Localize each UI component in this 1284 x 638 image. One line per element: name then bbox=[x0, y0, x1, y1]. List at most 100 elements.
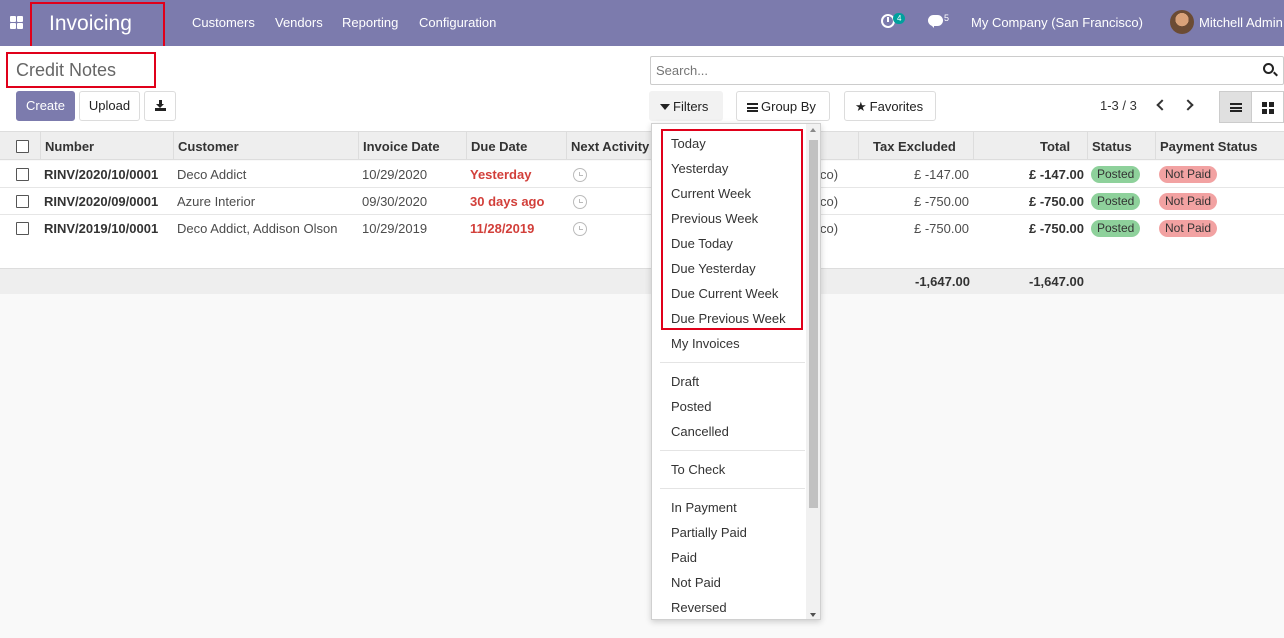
empty-row bbox=[0, 241, 1284, 268]
header-next-activity[interactable]: Next Activity bbox=[571, 139, 649, 154]
cell-partial-text: co) bbox=[820, 221, 839, 236]
app-title[interactable]: Invoicing bbox=[30, 2, 165, 48]
header-number[interactable]: Number bbox=[45, 139, 94, 154]
filter-reversed[interactable]: Reversed bbox=[671, 600, 727, 615]
menu-configuration[interactable]: Configuration bbox=[419, 15, 496, 30]
table-row[interactable]: RINV/2020/10/0001 Deco Addict 10/29/2020… bbox=[0, 161, 1284, 188]
cell-partial-text: co) bbox=[820, 167, 839, 182]
download-button[interactable] bbox=[144, 91, 176, 121]
filter-due-today[interactable]: Due Today bbox=[671, 236, 733, 251]
chevron-right-icon[interactable] bbox=[1182, 99, 1194, 111]
filters-label: Filters bbox=[673, 99, 709, 114]
user-avatar[interactable] bbox=[1170, 10, 1194, 34]
header-payment-status[interactable]: Payment Status bbox=[1160, 139, 1258, 154]
pager-value[interactable]: 1-3 / 3 bbox=[1100, 98, 1137, 113]
filter-partially-paid[interactable]: Partially Paid bbox=[671, 525, 747, 540]
header-invoice-date[interactable]: Invoice Date bbox=[363, 139, 440, 154]
page-title: Credit Notes bbox=[6, 52, 156, 88]
filter-paid[interactable]: Paid bbox=[671, 550, 697, 565]
menu-reporting[interactable]: Reporting bbox=[342, 15, 398, 30]
payment-status-badge: Not Paid bbox=[1159, 220, 1218, 237]
header-customer[interactable]: Customer bbox=[178, 139, 239, 154]
cell-invoice-date: 09/30/2020 bbox=[362, 194, 428, 209]
search-input[interactable] bbox=[651, 57, 1251, 84]
menu-divider bbox=[660, 488, 805, 489]
status-badge: Posted bbox=[1091, 193, 1141, 210]
menu-divider bbox=[660, 450, 805, 451]
star-icon: ★ bbox=[855, 99, 867, 114]
cell-number: RINV/2020/09/0001 bbox=[44, 194, 159, 209]
apps-menu-icon[interactable] bbox=[10, 16, 23, 29]
list-icon bbox=[1230, 103, 1242, 112]
payment-status-badge: Not Paid bbox=[1159, 193, 1218, 210]
menu-vendors[interactable]: Vendors bbox=[275, 15, 323, 30]
cell-due-date: 30 days ago bbox=[470, 194, 545, 209]
filter-funnel-icon bbox=[660, 104, 670, 110]
header-due-date[interactable]: Due Date bbox=[471, 139, 527, 154]
menu-divider bbox=[660, 362, 805, 363]
filter-in-payment[interactable]: In Payment bbox=[671, 500, 737, 515]
group-by-button[interactable]: Group By bbox=[736, 91, 830, 121]
scrollbar-thumb[interactable] bbox=[809, 140, 818, 508]
group-by-bars-icon bbox=[747, 103, 758, 112]
header-status[interactable]: Status bbox=[1092, 139, 1132, 154]
filter-today[interactable]: Today bbox=[671, 136, 706, 151]
header-total[interactable]: Total bbox=[1040, 139, 1070, 154]
chevron-left-icon[interactable] bbox=[1156, 99, 1168, 111]
filter-due-yesterday[interactable]: Due Yesterday bbox=[671, 261, 756, 276]
filter-due-current-week[interactable]: Due Current Week bbox=[671, 286, 778, 301]
filters-button[interactable]: Filters bbox=[649, 91, 723, 121]
search-bar bbox=[650, 56, 1284, 85]
row-checkbox[interactable] bbox=[16, 195, 29, 208]
footer-total: -1,647.00 bbox=[1029, 274, 1084, 289]
filter-to-check[interactable]: To Check bbox=[671, 462, 725, 477]
filter-my-invoices[interactable]: My Invoices bbox=[671, 336, 740, 351]
filter-cancelled[interactable]: Cancelled bbox=[671, 424, 729, 439]
cell-invoice-date: 10/29/2019 bbox=[362, 221, 428, 236]
filter-not-paid[interactable]: Not Paid bbox=[671, 575, 721, 590]
cell-tax-excluded: £ -750.00 bbox=[914, 221, 969, 236]
favorites-label: Favorites bbox=[869, 99, 924, 114]
scroll-up-arrow-icon[interactable] bbox=[810, 128, 816, 132]
kanban-view-button[interactable] bbox=[1251, 91, 1284, 123]
activity-clock-icon[interactable] bbox=[573, 195, 587, 209]
favorites-button[interactable]: ★ Favorites bbox=[844, 91, 936, 121]
search-icon[interactable] bbox=[1263, 63, 1274, 74]
create-button[interactable]: Create bbox=[16, 91, 75, 121]
upload-button[interactable]: Upload bbox=[79, 91, 140, 121]
header-tax-excluded[interactable]: Tax Excluded bbox=[873, 139, 956, 154]
table-row[interactable]: RINV/2019/10/0001 Deco Addict, Addison O… bbox=[0, 215, 1284, 242]
top-navbar: Invoicing Customers Vendors Reporting Co… bbox=[0, 0, 1284, 48]
scroll-down-arrow-icon[interactable] bbox=[810, 613, 816, 617]
message-count-badge: 5 bbox=[944, 13, 950, 23]
company-switcher[interactable]: My Company (San Francisco) bbox=[971, 15, 1143, 30]
dropdown-scrollbar[interactable] bbox=[806, 124, 820, 619]
menu-customers[interactable]: Customers bbox=[192, 15, 255, 30]
cell-partial-text: co) bbox=[820, 194, 839, 209]
messages-chat-icon[interactable] bbox=[928, 15, 943, 28]
activity-clock-icon[interactable] bbox=[573, 168, 587, 182]
row-checkbox[interactable] bbox=[16, 222, 29, 235]
activity-clock-icon[interactable] bbox=[573, 222, 587, 236]
cell-number: RINV/2019/10/0001 bbox=[44, 221, 159, 236]
footer-tax-excluded-total: -1,647.00 bbox=[915, 274, 970, 289]
table-header: Number Customer Invoice Date Due Date Ne… bbox=[0, 131, 1284, 160]
cell-invoice-date: 10/29/2020 bbox=[362, 167, 428, 182]
row-checkbox[interactable] bbox=[16, 168, 29, 181]
table-row[interactable]: RINV/2020/09/0001 Azure Interior 09/30/2… bbox=[0, 188, 1284, 215]
control-panel: Credit Notes Create Upload Filters Group… bbox=[0, 46, 1284, 131]
cell-due-date: Yesterday bbox=[470, 167, 532, 182]
filter-previous-week[interactable]: Previous Week bbox=[671, 211, 758, 226]
filter-draft[interactable]: Draft bbox=[671, 374, 699, 389]
select-all-checkbox[interactable] bbox=[16, 140, 29, 153]
cell-due-date: 11/28/2019 bbox=[470, 221, 535, 236]
filter-current-week[interactable]: Current Week bbox=[671, 186, 751, 201]
filter-yesterday[interactable]: Yesterday bbox=[671, 161, 728, 176]
cell-total: £ -750.00 bbox=[1029, 194, 1084, 209]
filters-dropdown-menu: Today Yesterday Current Week Previous We… bbox=[651, 123, 821, 620]
list-view-button[interactable] bbox=[1219, 91, 1252, 123]
filter-due-previous-week[interactable]: Due Previous Week bbox=[671, 311, 786, 326]
filter-posted[interactable]: Posted bbox=[671, 399, 711, 414]
user-menu[interactable]: Mitchell Admin bbox=[1199, 15, 1283, 30]
cell-customer: Deco Addict bbox=[177, 167, 247, 182]
